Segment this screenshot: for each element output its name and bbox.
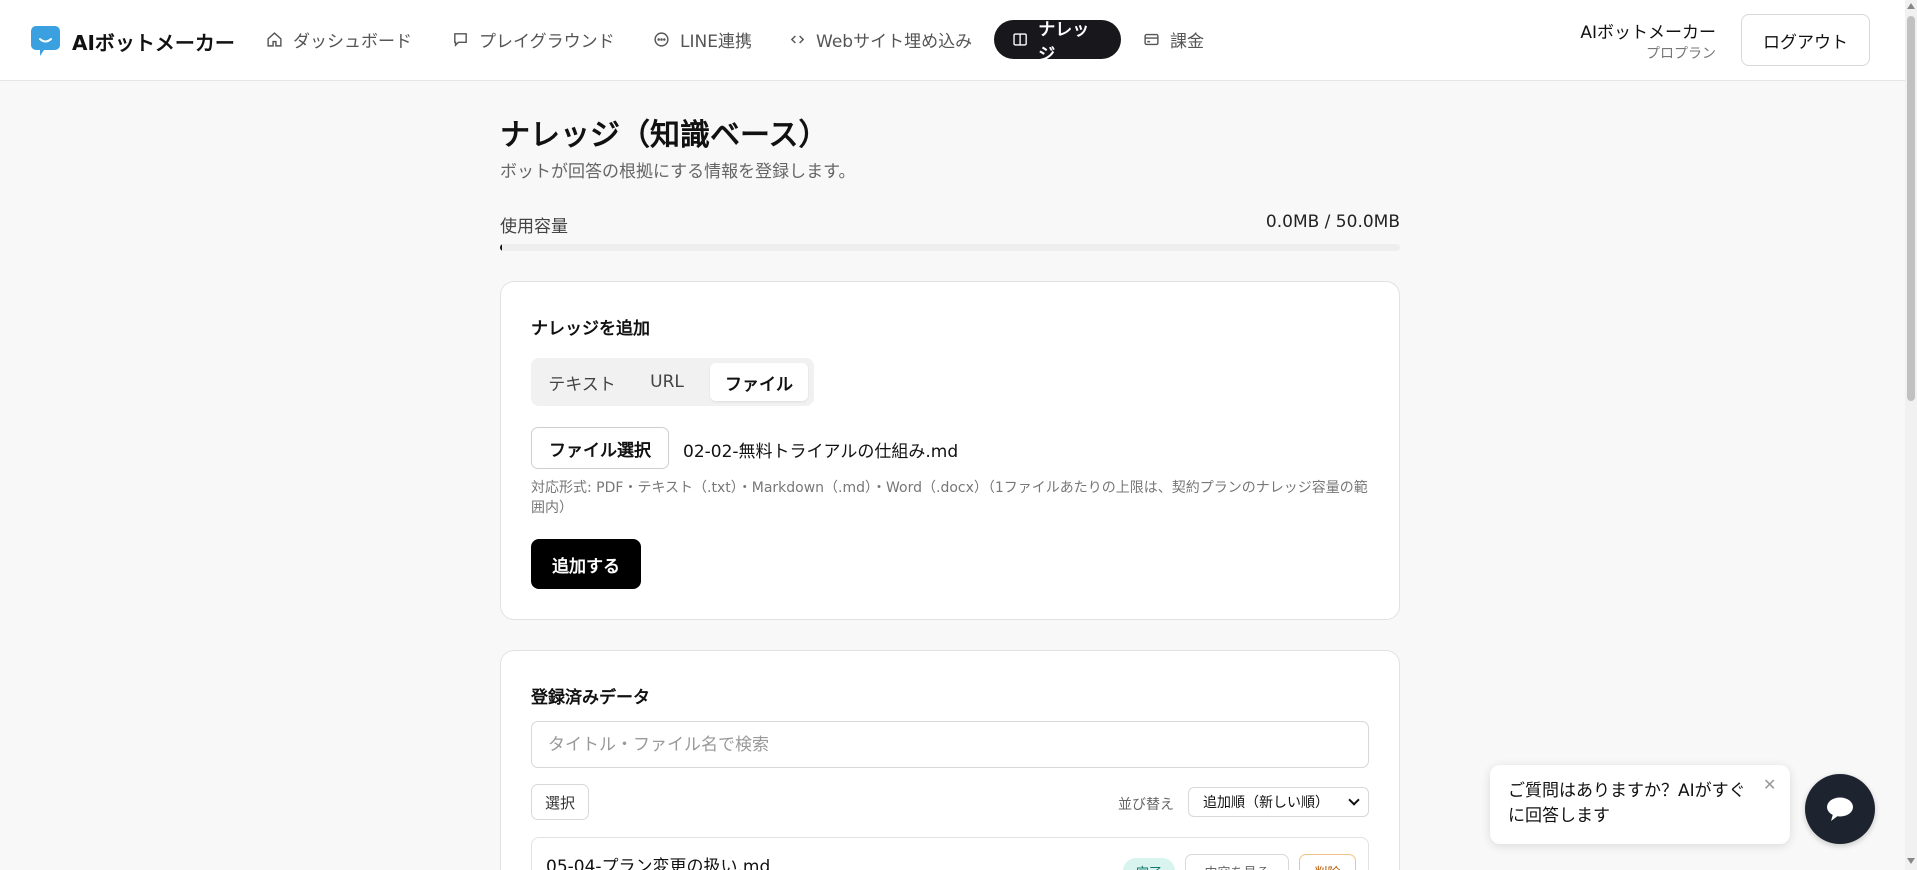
nav-dashboard-label: ダッシュボード xyxy=(293,32,412,52)
list-item-title: 05-04-プラン変更の扱い.md xyxy=(546,857,771,870)
close-icon[interactable]: ✕ xyxy=(1763,775,1776,794)
scroll-down-icon[interactable] xyxy=(1907,858,1915,864)
tab-file[interactable]: ファイル xyxy=(710,363,808,401)
add-knowledge-card: ナレッジを追加 テキスト URL ファイル ファイル選択 02-02-無料トライ… xyxy=(500,281,1400,620)
user-name: AIボットメーカー xyxy=(1580,23,1716,43)
nav-line-label: LINE連携 xyxy=(680,32,752,52)
credit-card-icon xyxy=(1144,33,1159,46)
chat-greeting-text: ご質問はありますか？AIがすぐに回答します xyxy=(1508,781,1746,826)
nav-billing[interactable]: 課金 xyxy=(1143,20,1204,59)
scroll-up-icon[interactable] xyxy=(1907,3,1915,9)
search-input[interactable] xyxy=(531,721,1369,768)
usage-label: 使用容量 xyxy=(500,217,568,237)
sort-label: 並び替え xyxy=(1118,797,1174,813)
sort-select[interactable]: 追加順（新しい順） xyxy=(1188,787,1369,817)
source-tabs: テキスト URL ファイル xyxy=(531,358,814,406)
view-content-button[interactable]: 内容を見る xyxy=(1185,854,1289,870)
add-knowledge-title: ナレッジを追加 xyxy=(531,319,650,339)
page-title: ナレッジ（知識ベース） xyxy=(500,118,829,153)
user-plan: プロプラン xyxy=(1646,46,1716,62)
code-icon xyxy=(790,35,805,44)
page-scrollbar[interactable] xyxy=(1905,0,1917,870)
tab-url[interactable]: URL xyxy=(631,363,703,401)
nav-playground[interactable]: プレイグラウンド xyxy=(452,20,615,59)
chat-bubble-icon xyxy=(454,33,467,47)
sort-select-value: 追加順（新しい順） xyxy=(1203,795,1329,811)
chat-bot-logo-icon xyxy=(31,26,60,56)
chat-dots-icon xyxy=(654,32,669,47)
delete-button[interactable]: 削除 xyxy=(1299,854,1356,870)
chat-bubble-icon xyxy=(1827,797,1853,821)
nav-billing-label: 課金 xyxy=(1170,32,1204,52)
top-header: AIボットメーカー ダッシュボード プレイグラウンド LINE連携 Webサイト… xyxy=(0,0,1905,81)
registered-data-card: 登録済みデータ 選択 並び替え 追加順（新しい順） 05-04-プラン変更の扱い… xyxy=(500,650,1400,870)
nav-line[interactable]: LINE連携 xyxy=(653,20,752,59)
nav-knowledge-label: ナレッジ xyxy=(1038,19,1090,65)
nav-embed-label: Webサイト埋め込み xyxy=(816,32,973,52)
list-item[interactable]: 05-04-プラン変更の扱い.md 完了 内容を見る 削除 xyxy=(531,837,1369,870)
app-name: AIボットメーカー xyxy=(72,30,235,55)
usage-progress-bar xyxy=(500,244,1400,251)
status-badge: 完了 xyxy=(1123,858,1175,870)
nav-embed[interactable]: Webサイト埋め込み xyxy=(789,20,972,59)
home-icon xyxy=(267,32,282,47)
selected-file-name: 02-02-無料トライアルの仕組み.md xyxy=(683,442,959,462)
logout-button[interactable]: ログアウト xyxy=(1741,14,1870,66)
chat-greeting-popup: ご質問はありますか？AIがすぐに回答します ✕ xyxy=(1490,765,1790,844)
usage-progress-fill xyxy=(500,244,502,251)
choose-file-button[interactable]: ファイル選択 xyxy=(531,427,669,469)
usage-value: 0.0MB / 50.0MB xyxy=(1265,212,1400,232)
page-subtitle: ボットが回答の根拠にする情報を登録します。 xyxy=(500,162,856,182)
nav-playground-label: プレイグラウンド xyxy=(479,32,615,52)
scrollbar-thumb[interactable] xyxy=(1907,16,1915,401)
select-mode-button[interactable]: 選択 xyxy=(531,784,589,820)
chat-launcher-button[interactable] xyxy=(1805,774,1875,844)
add-knowledge-button[interactable]: 追加する xyxy=(531,539,641,589)
nav-knowledge[interactable]: ナレッジ xyxy=(994,20,1121,65)
supported-formats-hint: 対応形式: PDF・テキスト（.txt）・Markdown（.md）・Word（… xyxy=(531,480,1368,516)
registered-data-title: 登録済みデータ xyxy=(531,688,650,708)
book-icon xyxy=(1013,33,1027,46)
nav-dashboard[interactable]: ダッシュボード xyxy=(266,20,412,59)
chevron-down-icon xyxy=(1348,794,1360,806)
app-logo[interactable]: AIボットメーカー xyxy=(31,26,235,56)
tab-text[interactable]: テキスト xyxy=(536,363,628,401)
